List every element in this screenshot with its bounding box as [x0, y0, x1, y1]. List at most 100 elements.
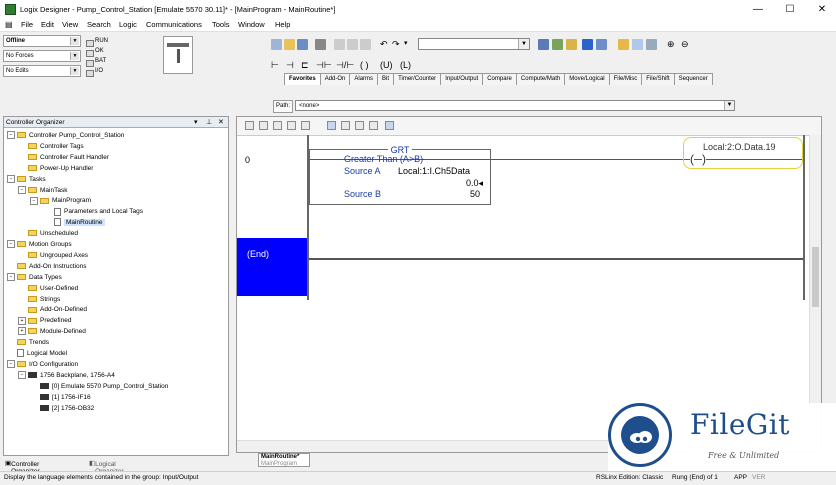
copy-icon[interactable]	[347, 39, 358, 50]
menu-tools[interactable]: Tools	[212, 20, 230, 29]
tree-item[interactable]: Add-On Instructions	[7, 262, 86, 272]
menu-communications[interactable]: Communications	[146, 20, 202, 29]
tab-input-output[interactable]: Input/Output	[440, 73, 484, 85]
xio-icon[interactable]: ⊣/⊢	[336, 60, 354, 71]
menu-window[interactable]: Window	[238, 20, 265, 29]
xic-icon[interactable]: ⊣⊢	[316, 60, 332, 71]
ote-icon[interactable]: ( )	[360, 60, 369, 70]
paste-icon[interactable]	[360, 39, 371, 50]
crossref-icon[interactable]	[632, 39, 643, 50]
menu-search[interactable]: Search	[87, 20, 111, 29]
toggle-icon[interactable]	[259, 121, 268, 130]
close-button[interactable]: ✕	[806, 0, 836, 19]
minimize-button[interactable]: —	[742, 0, 774, 19]
branch-level-icon[interactable]: ⊏	[301, 60, 309, 71]
ote-coil[interactable]: ( )	[686, 153, 738, 167]
toggle-icon[interactable]	[287, 121, 296, 130]
menu-edit[interactable]: Edit	[41, 20, 54, 29]
scroll-thumb[interactable]	[812, 247, 819, 307]
zoom-out-icon[interactable]: ⊖	[681, 39, 692, 50]
tab-compute-math[interactable]: Compute/Math	[515, 73, 566, 85]
tab-logical-organizer[interactable]: ◧ Logical Organizer	[89, 459, 124, 475]
tab-alarms[interactable]: Alarms	[349, 73, 379, 85]
path-dropdown[interactable]: <none> ▼	[295, 100, 735, 111]
coil-tag[interactable]: Local:2:O.Data.19	[703, 142, 776, 152]
tab-controller-organizer[interactable]: ▣ Controller Organizer	[5, 459, 40, 475]
tree-item[interactable]: − MainProgram	[30, 196, 91, 206]
online-icon[interactable]	[582, 39, 593, 50]
grt-instruction[interactable]: GRT Greater Than (A>B) Source A Local:1:…	[309, 145, 491, 205]
edits-dropdown[interactable]: No Edits ▼	[3, 65, 81, 77]
maximize-button[interactable]: ☐	[774, 0, 806, 19]
zoom-in-icon[interactable]: ⊕	[667, 39, 678, 50]
collapse-icon[interactable]: −	[30, 196, 38, 205]
collapse-icon[interactable]: −	[7, 272, 15, 281]
expand-icon[interactable]: +	[18, 327, 26, 336]
tree-item[interactable]: − Motion Groups	[7, 240, 72, 250]
tab-timer-counter[interactable]: Timer/Counter	[393, 73, 442, 85]
pin-icon[interactable]: ⊥	[206, 117, 212, 128]
cut-icon[interactable]	[334, 39, 345, 50]
tree-item[interactable]: Add-On-Defined	[18, 305, 87, 315]
edit-icon[interactable]	[596, 39, 607, 50]
toggle-icon[interactable]	[245, 121, 254, 130]
properties-icon[interactable]	[618, 39, 629, 50]
routine-icon[interactable]	[566, 39, 577, 50]
chevron-down-icon[interactable]: ▾	[194, 117, 198, 128]
verify-icon[interactable]	[538, 39, 549, 50]
otu-icon[interactable]: (U)	[380, 60, 393, 70]
tab-add-on[interactable]: Add-On	[319, 73, 351, 85]
search-combo[interactable]: ▼	[418, 38, 530, 50]
tree-item[interactable]: Parameters and Local Tags	[44, 207, 143, 217]
toggle-icon[interactable]	[273, 121, 282, 130]
tree-item[interactable]: − Controller Pump_Control_Station	[7, 131, 124, 141]
collapse-icon[interactable]: −	[7, 174, 15, 183]
tab-sequencer[interactable]: Sequencer	[673, 73, 713, 85]
tab-bit[interactable]: Bit	[377, 73, 395, 85]
tree-item[interactable]: + Module-Defined	[18, 327, 86, 337]
tab-compare[interactable]: Compare	[482, 73, 517, 85]
vertical-scrollbar[interactable]	[809, 135, 821, 438]
tree-item[interactable]: − Data Types	[7, 272, 62, 283]
save-icon[interactable]	[297, 39, 308, 50]
tree-item[interactable]: − 1756 Backplane, 1756-A4	[18, 371, 115, 381]
chevron-down-icon[interactable]: ▾	[404, 39, 415, 50]
tree-item[interactable]: Trends	[7, 338, 49, 348]
menu-view[interactable]: View	[62, 20, 78, 29]
tree-item[interactable]: MainRoutine	[44, 218, 105, 228]
new-icon[interactable]	[271, 39, 282, 50]
tree-item[interactable]: Power-Up Handler	[18, 164, 93, 174]
collapse-icon[interactable]: −	[18, 371, 26, 380]
toggle-icon[interactable]	[301, 121, 310, 130]
tree-item[interactable]: Controller Tags	[18, 142, 84, 152]
tree-item[interactable]: [2] 1756-OB32	[30, 404, 94, 414]
forces-dropdown[interactable]: No Forces ▼	[3, 50, 81, 62]
tree-item[interactable]: Controller Fault Handler	[18, 153, 109, 163]
find-icon[interactable]	[646, 39, 657, 50]
source-b-value[interactable]: 50	[470, 189, 480, 199]
tree-item[interactable]: User-Defined	[18, 284, 78, 294]
build-icon[interactable]	[552, 39, 563, 50]
collapse-icon[interactable]: −	[7, 131, 15, 140]
menu-logic[interactable]: Logic	[119, 20, 137, 29]
bookmark-icon[interactable]	[355, 121, 364, 130]
end-rung[interactable]: (End)	[237, 238, 307, 296]
rung-icon[interactable]: ⊢	[271, 60, 279, 71]
zoom-icon[interactable]	[327, 121, 336, 130]
collapse-icon[interactable]: −	[7, 360, 15, 369]
print-icon[interactable]	[315, 39, 326, 50]
tab-file-misc[interactable]: File/Misc	[608, 73, 643, 85]
tree-item[interactable]: Strings	[18, 295, 60, 305]
tree-item[interactable]: Unscheduled	[18, 229, 78, 239]
tree-item[interactable]: Ungrouped Axes	[18, 251, 88, 261]
collapse-icon[interactable]: −	[18, 185, 26, 194]
tree-item[interactable]: − Tasks	[7, 174, 46, 185]
otl-icon[interactable]: (L)	[400, 60, 411, 70]
tree-item[interactable]: − MainTask	[18, 185, 67, 196]
tree-item[interactable]: + Predefined	[18, 316, 71, 326]
tab-move-logical[interactable]: Move/Logical	[564, 73, 610, 85]
tree-item[interactable]: − I/O Configuration	[7, 360, 78, 370]
source-a-tag[interactable]: Local:1:I.Ch5Data	[398, 166, 470, 176]
branch-icon[interactable]: ⊣	[286, 60, 294, 71]
tag-icon[interactable]	[385, 121, 394, 130]
